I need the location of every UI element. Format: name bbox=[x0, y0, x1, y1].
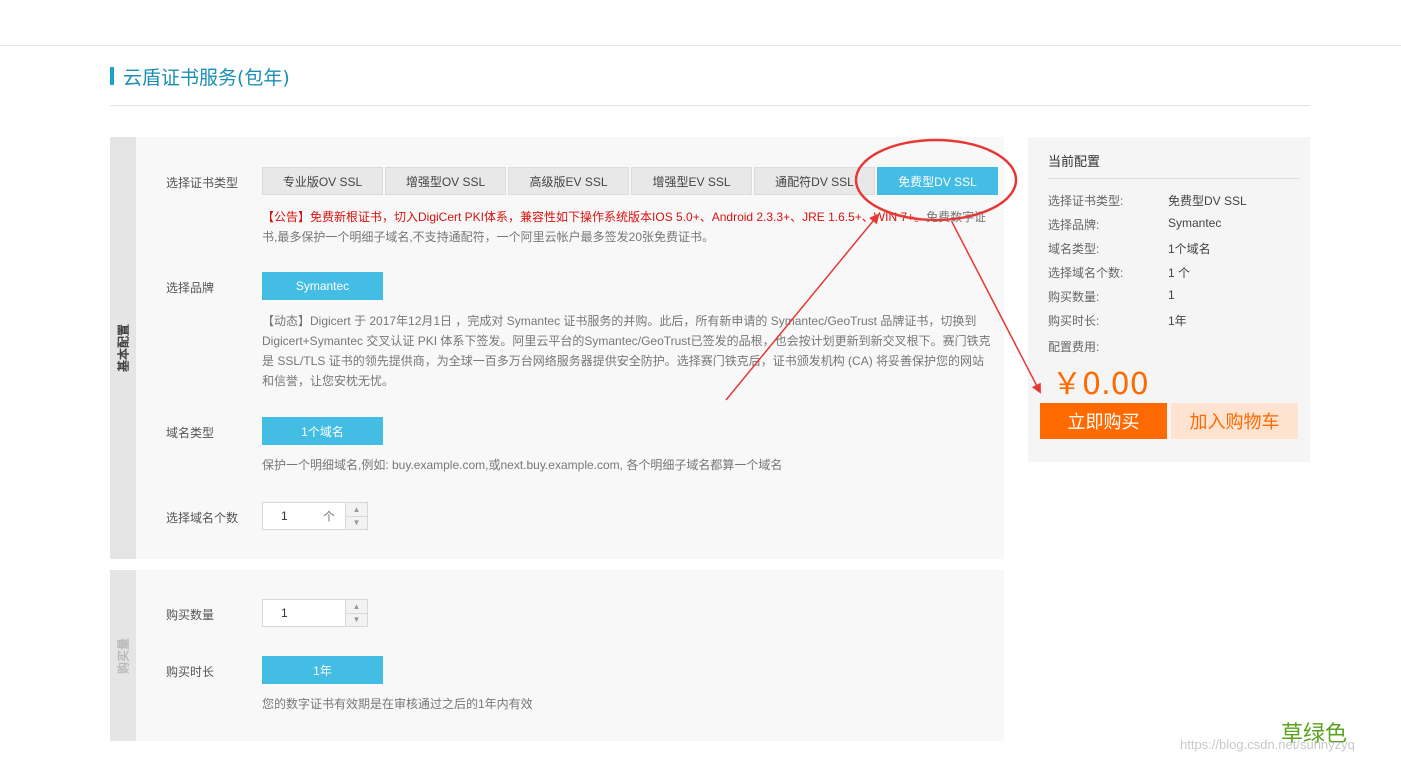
current-config-summary: 当前配置 选择证书类型: 免费型DV SSL 选择品牌: Symantec 域名… bbox=[1028, 137, 1310, 462]
tab-free-dv-ssl[interactable]: 免费型DV SSL bbox=[877, 167, 998, 195]
summary-value-domain-type: 1个域名 bbox=[1168, 242, 1211, 256]
summary-price: ￥0.00 bbox=[1052, 367, 1149, 402]
quantity-value: 1 bbox=[281, 606, 288, 620]
summary-key-cert-type: 选择证书类型: bbox=[1048, 194, 1124, 208]
summary-key-quantity: 购买数量: bbox=[1048, 290, 1100, 304]
summary-title: 当前配置 bbox=[1048, 154, 1101, 169]
summary-key-brand: 选择品牌: bbox=[1048, 218, 1100, 232]
increment-icon[interactable]: ▲ bbox=[346, 503, 367, 516]
quantity-input[interactable]: 1 bbox=[263, 600, 345, 626]
page-title: 云盾证书服务(包年) bbox=[110, 62, 290, 90]
domain-type-button[interactable]: 1个域名 bbox=[262, 417, 383, 445]
summary-value-brand: Symantec bbox=[1168, 216, 1222, 230]
brand-label: 选择品牌 bbox=[166, 281, 215, 295]
tab-pro-ov-ssl[interactable]: 专业版OV SSL bbox=[262, 167, 383, 195]
brand-info: 【动态】Digicert 于 2017年12月1日 ，完成对 Symantec … bbox=[262, 314, 991, 388]
domain-type-label: 域名类型 bbox=[166, 426, 215, 440]
cert-type-tabs: 专业版OV SSL 增强型OV SSL 高级版EV SSL 增强型EV SSL … bbox=[262, 167, 1000, 195]
add-to-cart-button[interactable]: 加入购物车 bbox=[1171, 403, 1298, 439]
domain-count-input[interactable]: 1 个 bbox=[263, 503, 345, 529]
page-title-text: 云盾证书服务(包年) bbox=[123, 66, 290, 89]
summary-fee-label: 配置费用: bbox=[1048, 340, 1100, 354]
purchase-side-tab: 购买量 bbox=[110, 570, 136, 741]
decrement-icon[interactable]: ▼ bbox=[346, 515, 367, 530]
purchase-side-label: 购买量 bbox=[116, 637, 131, 674]
summary-key-duration: 购买时长: bbox=[1048, 314, 1100, 328]
tab-advanced-ev-ssl[interactable]: 高级版EV SSL bbox=[508, 167, 629, 195]
brand-symantec-button[interactable]: Symantec bbox=[262, 272, 383, 300]
cert-type-label: 选择证书类型 bbox=[166, 176, 239, 190]
purchase-panel: 购买量 购买数量 1 ▲ ▼ 购买时长 1年 您的数字证书有效期是在审核通过之后… bbox=[110, 570, 1004, 741]
summary-key-domain-count: 选择域名个数: bbox=[1048, 266, 1124, 280]
summary-value-quantity: 1 bbox=[1168, 288, 1175, 302]
title-accent-bar bbox=[110, 67, 114, 85]
quantity-arrows: ▲ ▼ bbox=[345, 600, 367, 626]
domain-count-stepper: 1 个 ▲ ▼ bbox=[262, 502, 368, 530]
summary-value-duration: 1年 bbox=[1168, 314, 1187, 328]
tab-enhanced-ov-ssl[interactable]: 增强型OV SSL bbox=[385, 167, 506, 195]
summary-value-cert-type: 免费型DV SSL bbox=[1168, 194, 1247, 208]
tab-wildcard-dv-ssl[interactable]: 通配符DV SSL bbox=[754, 167, 875, 195]
quantity-stepper: 1 ▲ ▼ bbox=[262, 599, 368, 627]
tab-enhanced-ev-ssl[interactable]: 增强型EV SSL bbox=[631, 167, 752, 195]
summary-value-domain-count: 1 个 bbox=[1168, 266, 1191, 280]
decrement-icon[interactable]: ▼ bbox=[346, 612, 367, 627]
buy-now-button[interactable]: 立即购买 bbox=[1040, 403, 1167, 439]
basic-config-side-label: 基本配置 bbox=[116, 323, 131, 373]
summary-key-domain-type: 域名类型: bbox=[1048, 242, 1100, 256]
basic-config-side-tab: 基本配置 bbox=[110, 137, 136, 559]
domain-type-info: 保护一个明细域名,例如: buy.example.com,或next.buy.e… bbox=[262, 458, 783, 472]
duration-info: 您的数字证书有效期是在审核通过之后的1年内有效 bbox=[262, 697, 533, 711]
duration-1year-button[interactable]: 1年 bbox=[262, 656, 383, 684]
basic-config-panel: 基本配置 选择证书类型 专业版OV SSL 增强型OV SSL 高级版EV SS… bbox=[110, 137, 1004, 559]
cert-notice-red: 【公告】免费新根证书，切入DigiCert PKI体系，兼容性如下操作系统版本I… bbox=[262, 210, 927, 224]
domain-count-unit: 个 bbox=[322, 509, 335, 524]
title-divider bbox=[110, 105, 1310, 106]
increment-icon[interactable]: ▲ bbox=[346, 600, 367, 613]
summary-divider bbox=[1048, 178, 1300, 179]
cert-notice: 【公告】免费新根证书，切入DigiCert PKI体系，兼容性如下操作系统版本I… bbox=[262, 207, 994, 247]
domain-count-arrows: ▲ ▼ bbox=[345, 503, 367, 529]
domain-count-value: 1 bbox=[281, 509, 288, 523]
watermark: https://blog.csdn.net/sunnyzyq bbox=[1180, 737, 1355, 752]
top-divider bbox=[0, 45, 1401, 46]
duration-label: 购买时长 bbox=[166, 665, 215, 679]
domain-count-label: 选择域名个数 bbox=[166, 511, 239, 525]
quantity-label: 购买数量 bbox=[166, 608, 215, 622]
